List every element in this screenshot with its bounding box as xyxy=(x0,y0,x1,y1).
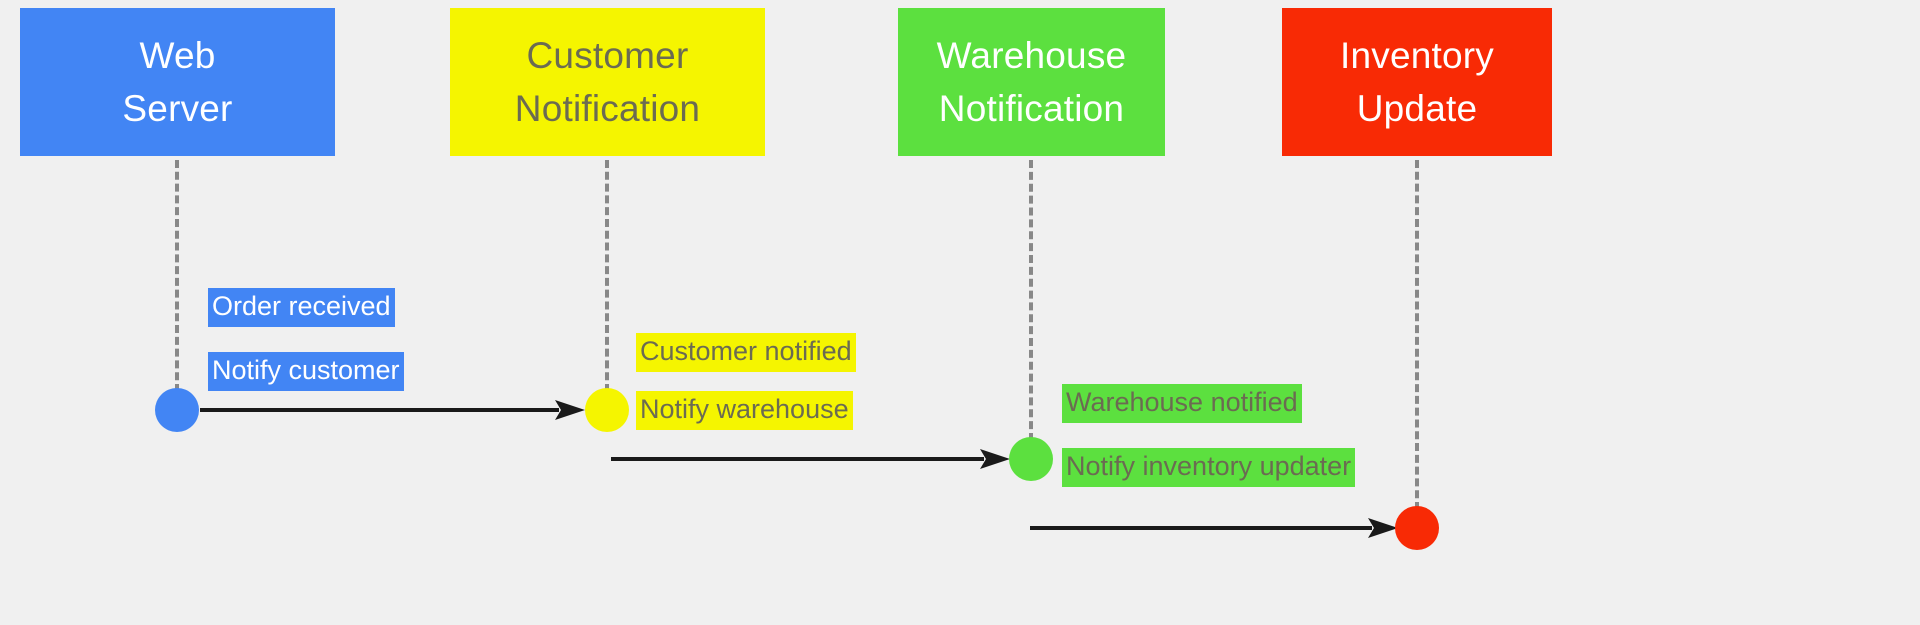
activation-dot-customer-notification[interactable] xyxy=(585,388,629,432)
participant-label-line1: Customer xyxy=(526,35,689,76)
message-label-below-customer-notified: Notify warehouse xyxy=(636,391,853,430)
lifeline-warehouse-notification xyxy=(1029,160,1033,441)
message-label-above-order-received: Order received xyxy=(208,288,395,327)
message-label-below-order-received: Notify customer xyxy=(208,352,404,391)
participant-box-inventory-update[interactable]: Inventory Update xyxy=(1282,8,1552,156)
sequence-diagram: Web Server Customer Notification Warehouse No… xyxy=(0,0,1920,625)
message-arrow-order-received xyxy=(200,398,585,422)
participant-box-customer-notification[interactable]: Customer Notification xyxy=(450,8,765,156)
message-arrow-warehouse-notified xyxy=(1030,516,1398,540)
participant-label-line2: Update xyxy=(1356,88,1478,129)
activation-dot-warehouse-notification[interactable] xyxy=(1009,437,1053,481)
lifeline-customer-notification xyxy=(605,160,609,392)
activation-dot-inventory-update[interactable] xyxy=(1395,506,1439,550)
participant-label-line2: Server xyxy=(122,88,233,129)
participant-box-web-server[interactable]: Web Server xyxy=(20,8,335,156)
participant-label-line2: Notification xyxy=(514,88,701,129)
lifeline-inventory-update xyxy=(1415,160,1419,510)
participant-label-line1: Inventory xyxy=(1340,35,1494,76)
activation-dot-web-server[interactable] xyxy=(155,388,199,432)
message-label-below-warehouse-notified: Notify inventory updater xyxy=(1062,448,1356,487)
message-label-above-customer-notified: Customer notified xyxy=(636,333,856,372)
message-arrow-customer-notified xyxy=(611,447,1010,471)
participant-label-line1: Web xyxy=(139,35,216,76)
participant-label-line2: Notification xyxy=(938,88,1125,129)
message-label-above-warehouse-notified: Warehouse notified xyxy=(1062,384,1302,423)
participant-box-warehouse-notification[interactable]: Warehouse Notification xyxy=(898,8,1165,156)
lifeline-web-server xyxy=(175,160,179,392)
participant-label-line1: Warehouse xyxy=(936,35,1127,76)
